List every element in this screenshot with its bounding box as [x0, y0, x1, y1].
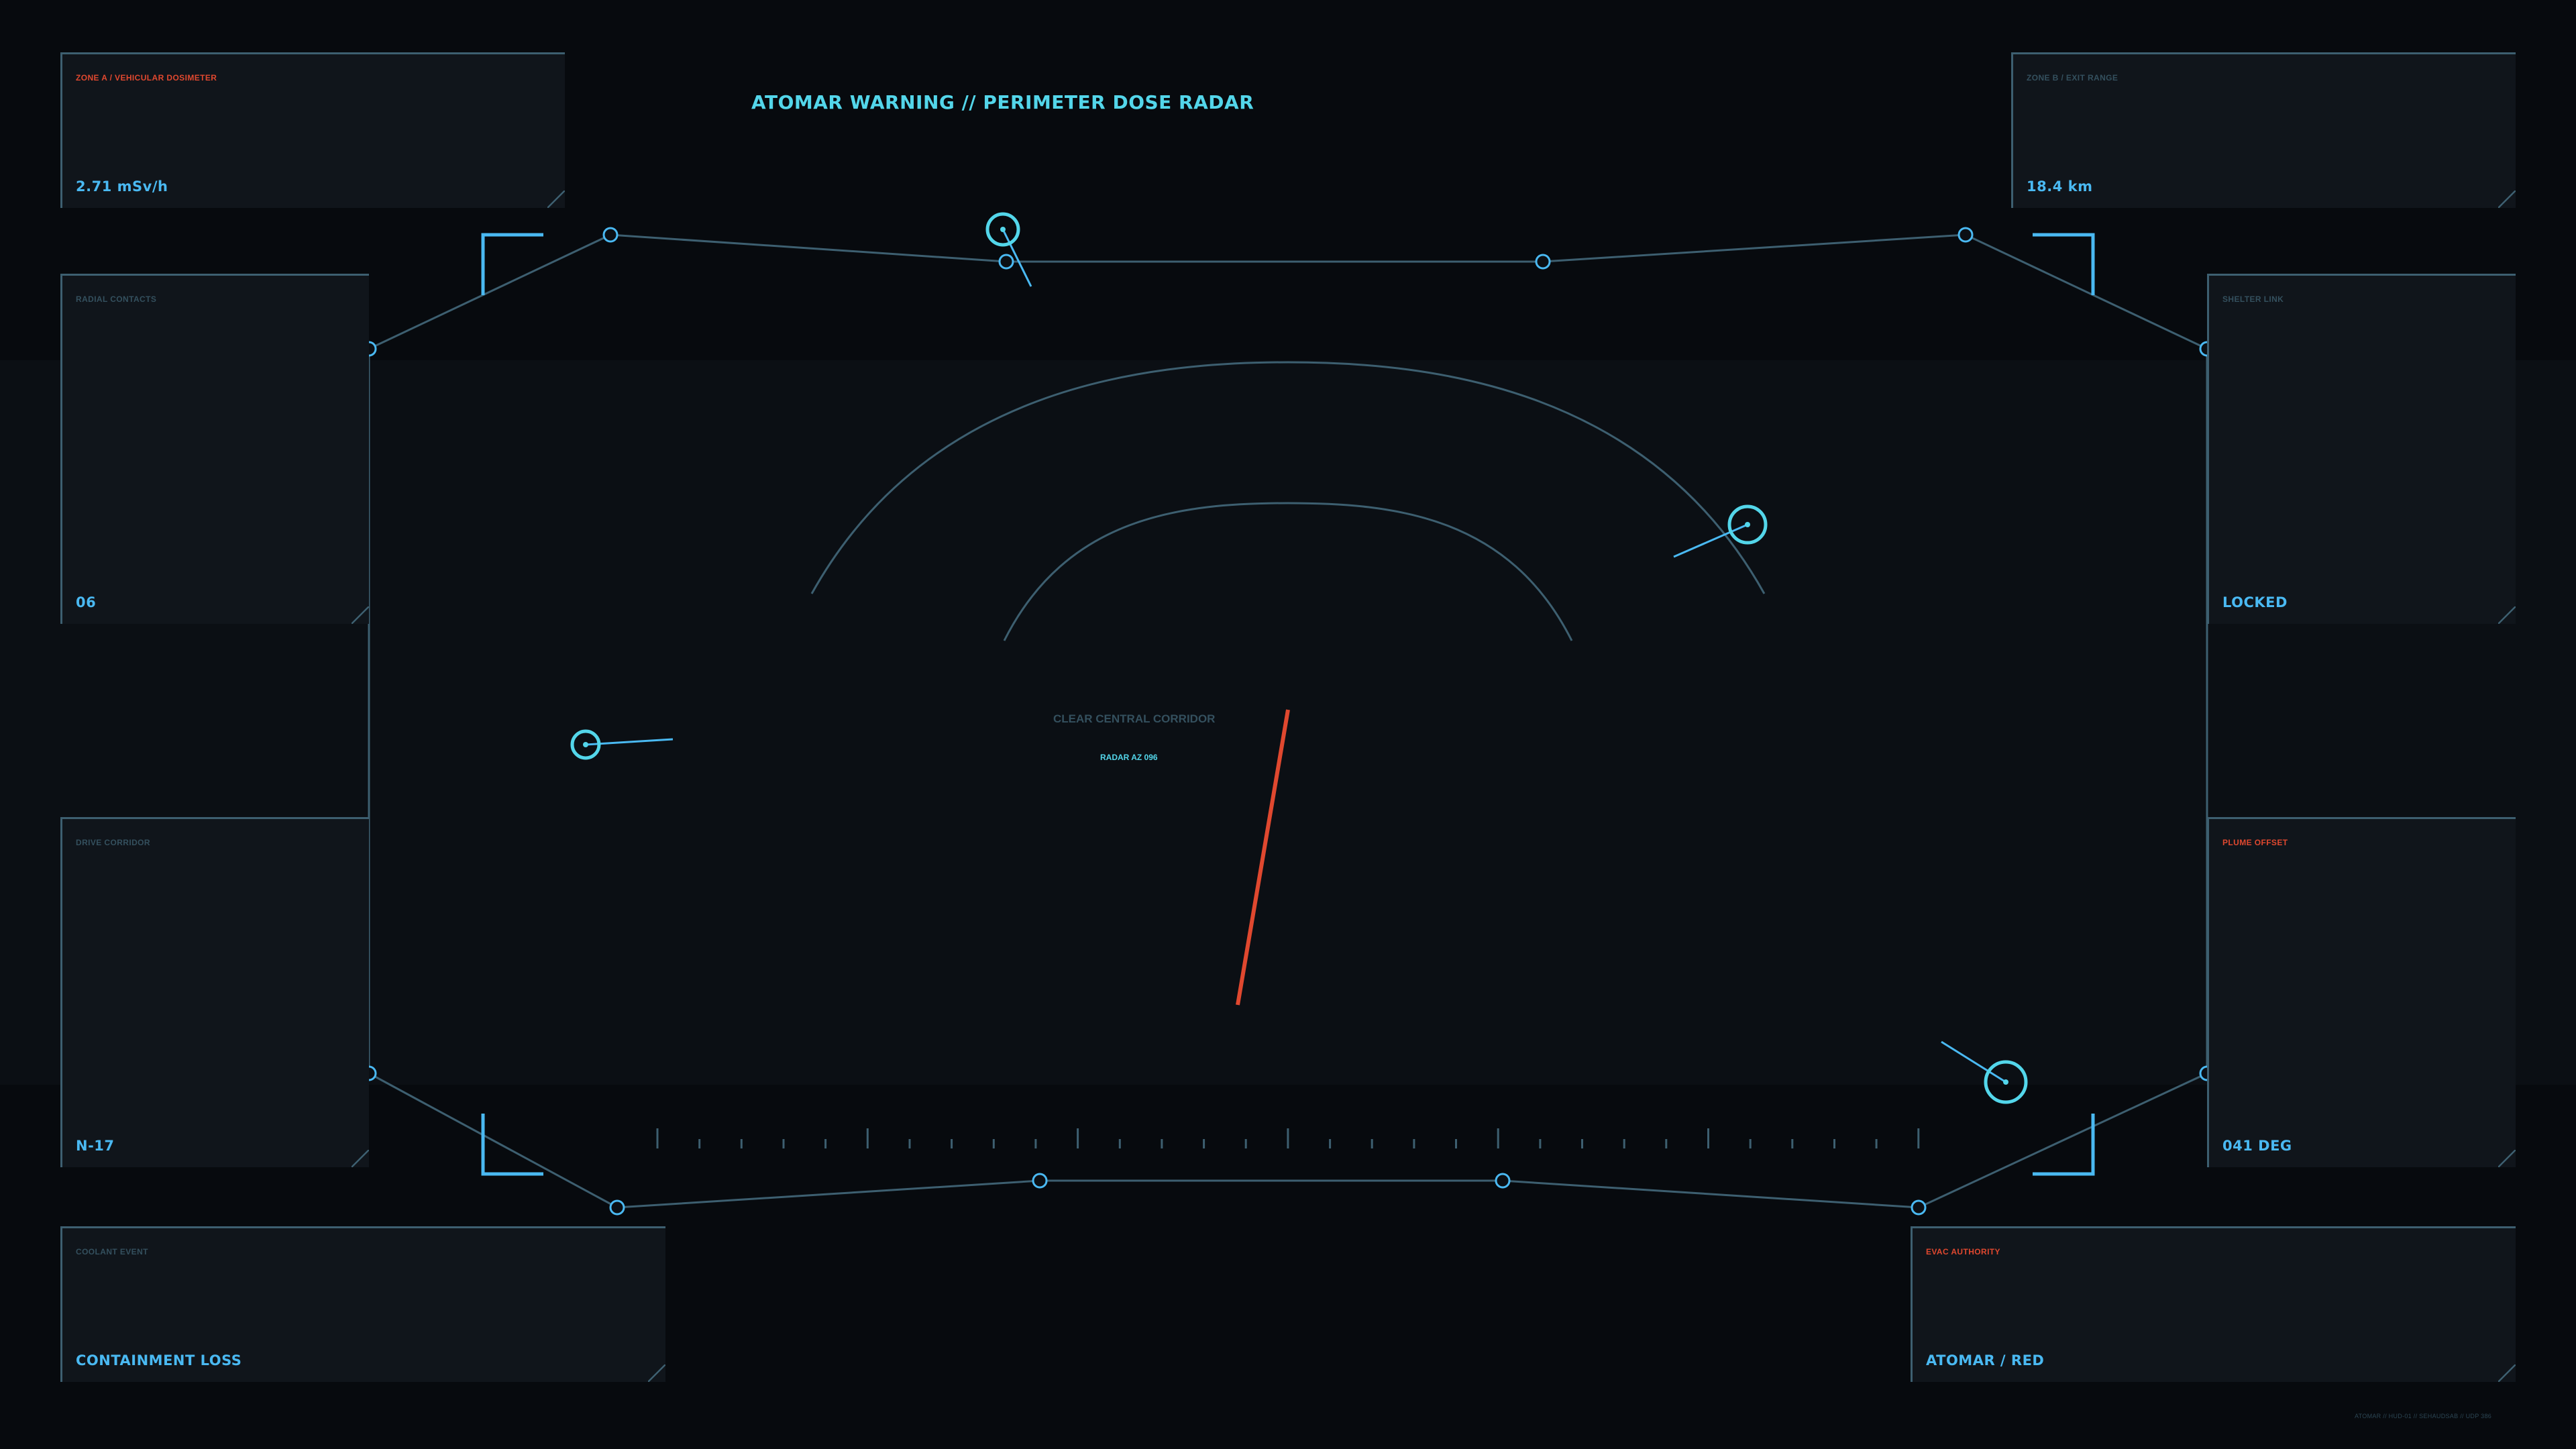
radar-contact-left[interactable] — [570, 729, 674, 760]
panel-shelter-link: SHELTER LINK LOCKED — [2207, 274, 2516, 624]
panel-plume-offset-value: 041 DEG — [2222, 1138, 2292, 1154]
panel-radial-contacts-value: 06 — [76, 594, 97, 610]
panel-zone-a-value: 2.71 mSv/h — [76, 178, 168, 195]
panel-coolant-event-value: CONTAINMENT LOSS — [76, 1352, 242, 1368]
radar-arc-outer — [810, 361, 1766, 594]
hud-screen: ZONE A / VEHICULAR DOSIMETER 2.71 mSv/h … — [0, 0, 2576, 1449]
radar-contact-right[interactable] — [1673, 504, 1768, 558]
panel-shelter-link-value: LOCKED — [2222, 594, 2288, 610]
panel-radial-contacts-label: RADIAL CONTACTS — [76, 294, 157, 304]
panel-corner — [352, 1150, 369, 1167]
panel-corner — [2498, 191, 2516, 208]
panel-zone-b-value: 18.4 km — [2027, 178, 2093, 195]
panel-radial-contacts: RADIAL CONTACTS 06 — [60, 274, 369, 624]
panel-corner — [2498, 1150, 2516, 1167]
panel-drive-corridor-value: N-17 — [76, 1138, 115, 1154]
panel-zone-b-label: ZONE B / EXIT RANGE — [2027, 73, 2118, 83]
panel-corner — [2498, 1364, 2516, 1382]
panel-corner — [648, 1364, 665, 1382]
panel-zone-b: ZONE B / EXIT RANGE 18.4 km — [2011, 52, 2516, 208]
panel-corner — [2498, 606, 2516, 624]
bracket-top-left — [481, 233, 543, 295]
panel-coolant-event: COOLANT EVENT CONTAINMENT LOSS — [60, 1226, 665, 1382]
panel-drive-corridor: DRIVE CORRIDOR N-17 — [60, 817, 369, 1167]
footer-status: ATOMAR // HUD-01 // SEHAUDSAB // UDP 386 — [2355, 1413, 2492, 1419]
bracket-bottom-left — [481, 1114, 543, 1176]
panel-plume-offset-label: PLUME OFFSET — [2222, 838, 2288, 847]
panel-coolant-event-label: COOLANT EVENT — [76, 1247, 148, 1256]
bracket-bottom-right — [2033, 1114, 2095, 1176]
panel-evac-authority-label: EVAC AUTHORITY — [1926, 1247, 2000, 1256]
panel-plume-offset: PLUME OFFSET 041 DEG — [2207, 817, 2516, 1167]
panel-evac-authority-value: ATOMAR / RED — [1926, 1352, 2045, 1368]
panel-zone-a-label: ZONE A / VEHICULAR DOSIMETER — [76, 73, 217, 83]
radar-corridor-label: CLEAR CENTRAL CORRIDOR — [1053, 712, 1216, 725]
panel-corner — [547, 191, 565, 208]
radar-azimuth-label: RADAR AZ 096 — [1100, 753, 1158, 762]
panel-evac-authority: EVAC AUTHORITY ATOMAR / RED — [1911, 1226, 2516, 1382]
panel-zone-a: ZONE A / VEHICULAR DOSIMETER 2.71 mSv/h — [60, 52, 565, 208]
radar-contact-bottom-right[interactable] — [1941, 1040, 2028, 1104]
radar-contact-top[interactable] — [985, 212, 1032, 287]
panel-shelter-link-label: SHELTER LINK — [2222, 294, 2284, 304]
panel-corner — [352, 606, 369, 624]
panel-drive-corridor-label: DRIVE CORRIDOR — [76, 838, 150, 847]
bracket-top-right — [2033, 233, 2095, 295]
bearing-tick-ruler — [656, 1128, 1920, 1148]
radar-arc-inner — [1003, 502, 1573, 641]
hud-title: ATOMAR WARNING // PERIMETER DOSE RADAR — [751, 91, 1254, 113]
radar-sweep-needle — [1236, 709, 1290, 1006]
